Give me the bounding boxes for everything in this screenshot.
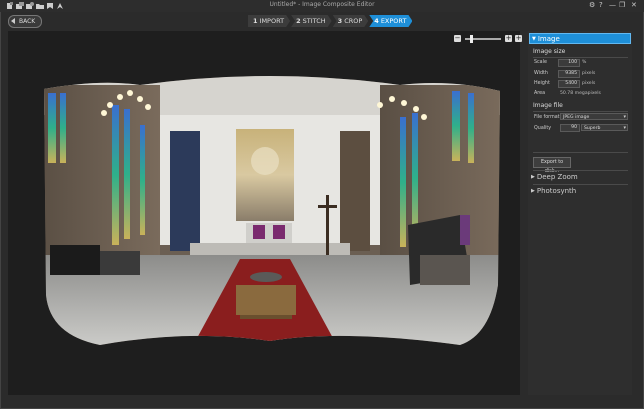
- width-unit: pixels: [582, 71, 596, 76]
- zoom-slider[interactable]: [465, 34, 501, 43]
- scale-label: Scale: [534, 60, 547, 65]
- scale-input[interactable]: 100: [558, 59, 580, 67]
- step-export[interactable]: 4 EXPORT: [369, 15, 412, 27]
- close-button[interactable]: ✕: [631, 1, 637, 9]
- zoom-out-button[interactable]: −: [454, 35, 461, 42]
- quality-input[interactable]: 90: [560, 124, 580, 132]
- collapse-triangle-icon: ▶: [531, 188, 535, 194]
- settings-icon[interactable]: ⚙: [589, 1, 595, 9]
- width-label: Width: [534, 71, 548, 76]
- zoom-slider-thumb[interactable]: [469, 34, 473, 43]
- title-bar: Untitled* - Image Composite Editor ⚙ ? —…: [0, 0, 644, 12]
- zoom-control: − + +: [454, 34, 522, 43]
- export-to-disk-button[interactable]: Export to disk...: [533, 157, 571, 174]
- photosynth-label: Photosynth: [536, 187, 577, 195]
- step-label: EXPORT: [380, 17, 407, 25]
- divider: [533, 111, 628, 112]
- step-number: 4: [374, 17, 379, 25]
- zoom-in-button[interactable]: +: [505, 35, 512, 42]
- step-number: 2: [296, 17, 301, 25]
- step-number: 1: [253, 17, 258, 25]
- divider: [533, 184, 628, 185]
- maximize-button[interactable]: ❐: [619, 1, 625, 9]
- step-stitch[interactable]: 2 STITCH: [291, 15, 332, 27]
- divider: [533, 152, 628, 153]
- help-button[interactable]: ?: [599, 1, 603, 9]
- height-unit: pixels: [582, 81, 596, 86]
- divider: [533, 57, 628, 58]
- back-button[interactable]: BACK: [8, 15, 43, 28]
- area-value: 50.78 megapixels: [560, 91, 601, 96]
- window-title: Untitled* - Image Composite Editor: [269, 1, 375, 8]
- panorama-image: [44, 76, 500, 345]
- deep-zoom-label: Deep Zoom: [536, 173, 578, 181]
- photosynth-section-header[interactable]: ▶ Photosynth: [529, 186, 631, 197]
- step-crop[interactable]: 3 CROP: [333, 15, 369, 27]
- image-section-header[interactable]: ▼ Image: [529, 33, 631, 44]
- quality-select[interactable]: Superb: [581, 124, 628, 132]
- step-label: CROP: [344, 17, 363, 25]
- step-number: 3: [337, 17, 343, 25]
- workflow-steps: 1 IMPORT 2 STITCH 3 CROP 4 EXPORT: [248, 15, 413, 27]
- image-file-label: Image file: [533, 102, 563, 109]
- minimize-button[interactable]: —: [609, 1, 616, 9]
- deep-zoom-section-header[interactable]: ▶ Deep Zoom: [529, 172, 631, 183]
- step-import[interactable]: 1 IMPORT: [248, 15, 290, 27]
- quality-label: Quality: [534, 126, 552, 131]
- height-label: Height: [534, 81, 550, 86]
- expand-triangle-icon: ▼: [532, 36, 536, 42]
- scale-unit: %: [582, 60, 587, 65]
- step-label: IMPORT: [259, 17, 285, 25]
- step-label: STITCH: [302, 17, 326, 25]
- file-format-select[interactable]: JPEG image: [560, 113, 628, 121]
- height-input[interactable]: 5400: [558, 80, 580, 88]
- collapse-triangle-icon: ▶: [531, 174, 535, 180]
- zoom-fit-button[interactable]: +: [515, 35, 522, 42]
- area-label: Area: [534, 91, 546, 96]
- divider: [533, 170, 628, 171]
- file-format-label: File format: [534, 115, 560, 120]
- image-size-label: Image size: [533, 48, 566, 55]
- width-input[interactable]: 9385: [558, 70, 580, 78]
- image-header-label: Image: [537, 35, 560, 43]
